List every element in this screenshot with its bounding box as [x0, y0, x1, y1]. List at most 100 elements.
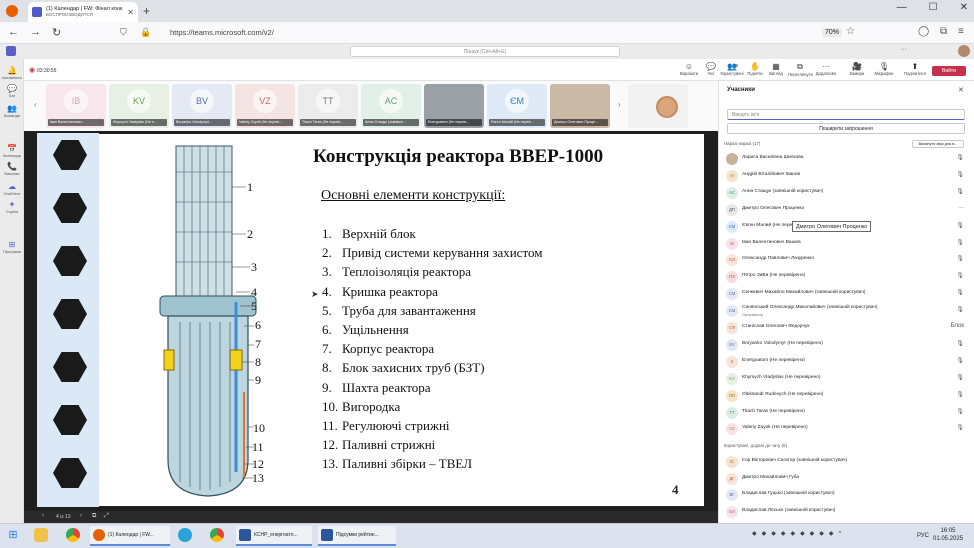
participant-row[interactable]: ОЛ Олександр Павлович Лазуренко 🎙: [726, 253, 966, 267]
new-tab-icon[interactable]: +: [143, 4, 150, 18]
participant-search-input[interactable]: Введіть ім'я: [727, 109, 965, 120]
mic-muted-icon[interactable]: 🎙: [956, 374, 964, 381]
participant-row[interactable]: ПЗ Петро ЗиВи (Не перевірено) 🎙: [726, 270, 966, 284]
participant-tile[interactable]: ЄМ Євген Малий (Не перев...: [487, 84, 547, 128]
mic-muted-icon[interactable]: Блок: [951, 323, 964, 329]
chrome-icon[interactable]: [210, 528, 224, 542]
participant-row[interactable]: ІС Ігор Вікторович Сагатор (зовнішній кор…: [726, 455, 966, 469]
forward-icon[interactable]: →: [30, 26, 41, 38]
section-chat-added[interactable]: Користувачі, додані до чату (6): [724, 443, 787, 448]
maximize-icon[interactable]: ☐: [929, 2, 938, 13]
tab-close-icon[interactable]: ✕: [127, 8, 134, 17]
participant-row[interactable]: VZ Valeriy Zuyok (Не перевірено) 🎙: [726, 422, 966, 436]
mic-muted-icon[interactable]: 🎙: [956, 171, 964, 178]
next-slide-icon[interactable]: ›: [80, 513, 82, 519]
sync-icon[interactable]: ⧉: [92, 513, 96, 520]
share-invite-button[interactable]: Поширити запрошення: [727, 123, 965, 134]
participant-row[interactable]: ВЛ Владислав Лесько (зовнішній користувач…: [726, 505, 966, 519]
mic-muted-icon[interactable]: 🎙: [956, 222, 964, 229]
browser-tab[interactable]: (1) Календар | FW: Фінал конк... ВОСПРОИ…: [28, 2, 138, 22]
participant-row[interactable]: ДГ Дмитро Михайлович Губа: [726, 472, 966, 486]
rail-teams[interactable]: 👥 Команди: [0, 104, 24, 118]
mic-muted-icon[interactable]: 🎙: [956, 272, 964, 279]
leave-button[interactable]: Вийти: [932, 66, 966, 76]
participant-tile[interactable]: TT Tkach Taras (Не переві...: [298, 84, 358, 128]
share-button[interactable]: ⬆ Поділитися: [903, 62, 927, 76]
participant-row[interactable]: E Energoatom (Не перевірено) 🎙: [726, 355, 966, 369]
participant-row[interactable]: СМ Сенкевич Михайло Михайлович (зовнішній…: [726, 287, 966, 301]
mic-muted-icon[interactable]: 🎙: [956, 289, 964, 296]
participant-tile[interactable]: Дмитро Олегович Проце...: [550, 84, 610, 128]
minimize-icon[interactable]: —: [897, 2, 907, 13]
strip-next-icon[interactable]: ›: [618, 100, 621, 109]
taskbar-clock[interactable]: 16:05 01.05.2025: [933, 527, 963, 543]
participant-row[interactable]: ДП Дмитро Олегович Проценко ···: [726, 203, 966, 217]
camera-button[interactable]: 🎥 Камера: [845, 62, 869, 76]
participant-tile[interactable]: VZ Valeriy Zuyok (Не переві...: [235, 84, 295, 128]
browser-logo-icon[interactable]: [6, 5, 18, 17]
participant-row[interactable]: TT Tkach Taras (Не перевірено) 🎙: [726, 406, 966, 420]
mic-muted-icon[interactable]: 🎙: [956, 306, 964, 313]
rail-chat[interactable]: 💬 Чат: [0, 84, 24, 98]
mic-muted-icon[interactable]: 🎙: [956, 188, 964, 195]
participant-row[interactable]: АІ Андрій Віталійович Іванов 🎙: [726, 169, 966, 183]
teams-search-input[interactable]: Пошук (Ctrl+Alt+E): [350, 46, 620, 57]
section-in-meeting[interactable]: Наразі наразі (17): [724, 141, 760, 146]
participant-row[interactable]: СМ Синянський Олександр Миколайович (зовн…: [726, 304, 966, 318]
participant-row[interactable]: OR Oleksandr Rudevych (Не перевірено) 🎙: [726, 389, 966, 403]
participant-row[interactable]: ІВ Іван Валентинович Вашев 🎙: [726, 237, 966, 251]
reload-icon[interactable]: ↻: [52, 26, 61, 39]
participant-row[interactable]: BV Boryanko Volodymyr (Не перевірено) 🎙: [726, 338, 966, 352]
more-options-icon[interactable]: ···: [958, 205, 964, 211]
file-explorer-icon[interactable]: [34, 528, 48, 542]
fullscreen-icon[interactable]: ⤢: [104, 513, 109, 520]
taskbar-app-firefox[interactable]: (1) Календар | FW...: [90, 526, 170, 546]
extensions-icon[interactable]: ⧉: [940, 26, 947, 37]
participant-tile[interactable]: KV Khymych Vladyslav (Не п...: [109, 84, 169, 128]
react-button[interactable]: ☺ Виразити: [677, 62, 701, 76]
strip-prev-icon[interactable]: ‹: [34, 100, 37, 109]
taskbar-app-word-1[interactable]: КСНР_енергоато...: [236, 526, 312, 546]
lock-icon[interactable]: 🔒: [140, 27, 151, 38]
menu-icon[interactable]: ≡: [958, 26, 964, 37]
system-tray-icons[interactable]: ◆◆◆◆◆◆◆◆◆^: [752, 530, 846, 537]
review-button[interactable]: ⧉ Переглянути: [788, 62, 813, 77]
account-icon[interactable]: ◯: [918, 26, 929, 37]
panel-close-icon[interactable]: ✕: [958, 86, 964, 94]
rail-calls[interactable]: 📞 Виклики: [0, 162, 24, 176]
participant-row[interactable]: СФ Станіслав Олегович Федорчук Блок: [726, 321, 966, 335]
rail-copilot[interactable]: ✦ Copilot: [0, 200, 24, 214]
shield-icon[interactable]: ⛉: [120, 27, 127, 38]
url-text[interactable]: https://teams.microsoft.com/v2/: [170, 28, 274, 37]
telegram-icon[interactable]: [178, 528, 192, 542]
bookmark-star-icon[interactable]: ☆: [846, 26, 855, 37]
mic-muted-icon[interactable]: 🎙: [956, 408, 964, 415]
close-window-icon[interactable]: ✕: [960, 2, 968, 13]
participant-row[interactable]: Лариса Василівна Шилкова 🎙: [726, 152, 966, 166]
people-button[interactable]: 👥 Користувачі: [720, 62, 744, 76]
input-language[interactable]: РУС: [917, 533, 929, 539]
participant-row[interactable]: ВГ Владислав Гуцько (зовнішній користувач…: [726, 488, 966, 502]
chrome-icon[interactable]: [66, 528, 80, 542]
rail-apps[interactable]: ⊞ Програми: [0, 240, 24, 254]
participant-tile[interactable]: IB Іван Валентинович...: [46, 84, 106, 128]
taskbar-app-word-2[interactable]: Підсумки рейтин...: [318, 526, 396, 546]
prev-slide-icon[interactable]: ‹: [42, 513, 44, 519]
zoom-level[interactable]: 70%: [822, 28, 843, 37]
rail-activity[interactable]: 🔔 Активність: [0, 66, 24, 80]
mic-button[interactable]: 🎙 Мікрофон: [872, 62, 896, 76]
participant-tile[interactable]: Energoatom (Не переві...: [424, 84, 484, 128]
mic-muted-icon[interactable]: 🎙: [956, 391, 964, 398]
mute-all-button[interactable]: Вимкнути звук для в...: [912, 140, 964, 148]
user-avatar[interactable]: [958, 45, 970, 57]
mic-muted-icon[interactable]: 🎙: [956, 340, 964, 347]
more-options-icon[interactable]: ···: [900, 46, 907, 53]
participant-row[interactable]: KV Khymych Vladyslav (Не перевірено) 🎙: [726, 372, 966, 386]
participant-row[interactable]: АС Анна Стащук (зовнішній користувач) 🎙: [726, 186, 966, 200]
mic-muted-icon[interactable]: 🎙: [956, 239, 964, 246]
mic-muted-icon[interactable]: 🎙: [956, 255, 964, 262]
mic-muted-icon[interactable]: 🎙: [956, 424, 964, 431]
view-button[interactable]: ▦ Вигляд: [764, 62, 788, 76]
rail-calendar[interactable]: 📅 Календар: [0, 144, 24, 158]
participant-tile[interactable]: BV Boryanko Volodymyr...: [172, 84, 232, 128]
